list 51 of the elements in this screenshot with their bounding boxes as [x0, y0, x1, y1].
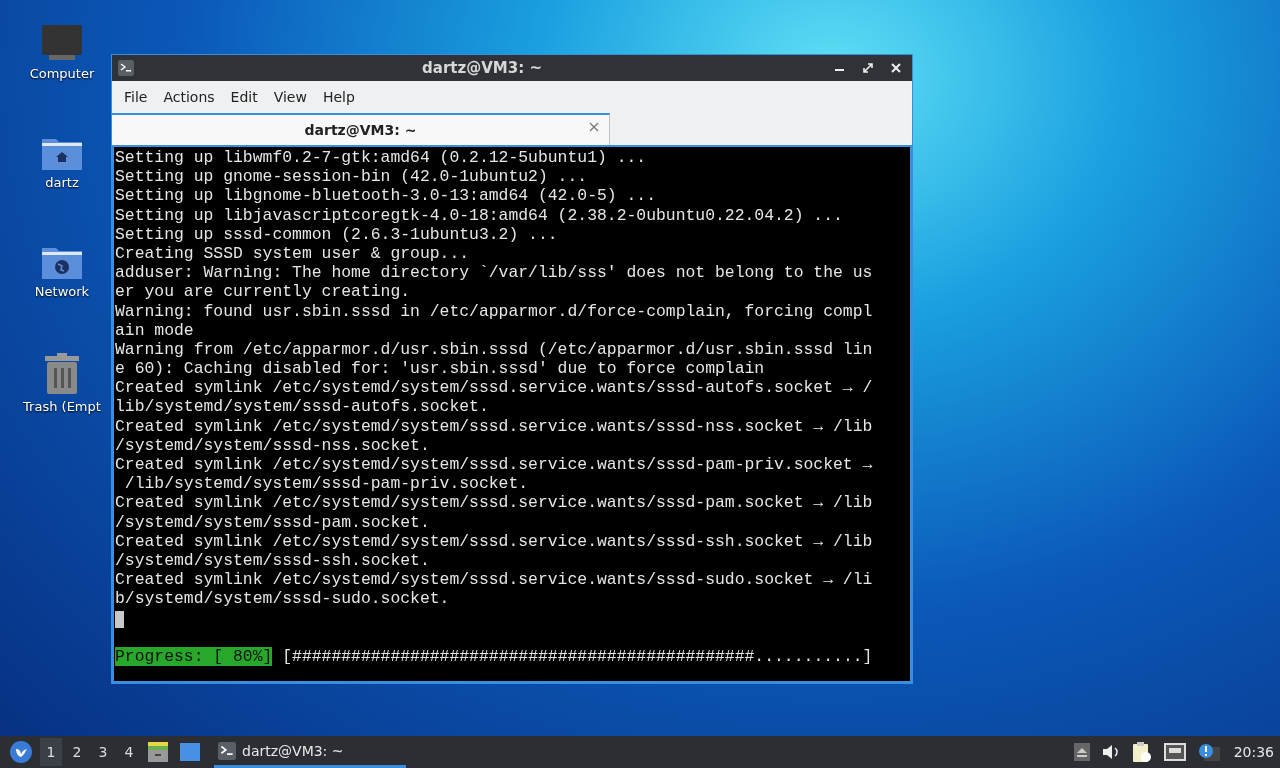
terminal-line: Created symlink /etc/systemd/system/sssd.service.wants/sssd-ssh.socket → /lib	[115, 531, 873, 551]
workspace-button[interactable]: 2	[66, 738, 88, 766]
menu-item[interactable]: Help	[314, 89, 363, 105]
desktop-icon-label[interactable]: Trash (Empt	[23, 399, 101, 414]
menu-item[interactable]: Actions	[155, 89, 223, 105]
desktop-icon-label[interactable]: dartz	[45, 175, 79, 190]
terminal-line: Warning from /etc/apparmor.d/usr.sbin.sssd (/etc/apparmor.d/usr.sbin.sssd lin	[115, 339, 873, 360]
terminal-icon	[118, 60, 134, 76]
terminal-line: b/systemd/system/sssd-sudo.socket.	[115, 589, 450, 609]
maximize-icon	[863, 63, 873, 73]
terminal-line: Setting up libwmf0.2-7-gtk:amd64 (0.2.12-5ubuntu1) ...	[115, 148, 647, 168]
terminal-line: Setting up libjavascriptcoregtk-4.0-18:amd64 (2.38.2-0ubuntu0.22.04.2) ...	[115, 205, 843, 225]
clock[interactable]: 20:36	[1233, 744, 1274, 760]
terminal-line: ain mode	[115, 320, 194, 340]
close-icon	[891, 63, 901, 73]
taskbar-task[interactable]: dartz@VM3: ~	[214, 736, 406, 768]
tab-close-button[interactable]	[587, 120, 601, 134]
terminal-icon	[218, 741, 236, 760]
terminal-line: Creating SSSD system user & group...	[115, 243, 470, 264]
terminal-line: Created symlink /etc/systemd/system/sssd.service.wants/sssd-sudo.socket → /li	[115, 570, 873, 590]
terminal-line: adduser: Warning: The home directory `/var/lib/sss' does not belong to the us	[115, 263, 873, 283]
terminal-line: Setting up gnome-session-bin (42.0-1ubuntu2) ...	[115, 167, 588, 187]
terminal-tab[interactable]: dartz@VM3: ~	[112, 113, 610, 145]
terminal-cursor	[115, 610, 124, 628]
desktop-icon-label[interactable]: Computer	[29, 66, 95, 81]
trash-icon	[43, 353, 81, 395]
terminal-line: /lib/systemd/system/sssd-pam-priv.socket.	[123, 474, 529, 494]
terminal-line: e 60): Caching disabled for: 'usr.sbin.sssd' due to force complain	[115, 359, 765, 379]
terminal-line: Warning: found usr.sbin.sssd in /etc/apparmor.d/force-complain, forcing compl	[115, 301, 873, 321]
terminal-line: /systemd/system/sssd-pam.socket.	[115, 512, 430, 532]
progress-label: Progress: [ 80%]	[115, 646, 273, 667]
monitor-icon	[41, 24, 83, 62]
terminal-line: Setting up libgnome-bluetooth-3.0-13:amd64 (42.0-5) ...	[115, 186, 656, 206]
workspace-button[interactable]: 3	[92, 738, 114, 766]
terminal-line: Setting up sssd-common (2.6.3-1ubuntu3.2) ...	[115, 224, 558, 244]
menu-item[interactable]: View	[265, 89, 315, 105]
menu-item[interactable]: File	[116, 89, 156, 105]
terminal-line: Created symlink /etc/systemd/system/sssd.service.wants/sssd-pam.socket → /lib	[115, 493, 873, 513]
terminal-line: /systemd/system/sssd-ssh.socket.	[115, 550, 430, 571]
terminal-line: Created symlink /etc/systemd/system/sssd.service.wants/sssd-pam-priv.socket →	[115, 455, 873, 475]
menu-item[interactable]: Edit	[222, 89, 266, 105]
workspace-button[interactable]: 1	[40, 738, 62, 766]
terminal-line: lib/systemd/system/sssd-autofs.socket.	[115, 397, 489, 417]
progress-bar-text: [###############################################...........]	[282, 646, 873, 667]
workspace-button[interactable]: 4	[118, 738, 140, 766]
terminal-line: Created symlink /etc/systemd/system/sssd.service.wants/sssd-nss.socket → /lib	[115, 416, 873, 436]
window-title: dartz@VM3: ~	[421, 59, 543, 77]
terminal-line: Created symlink /etc/systemd/system/sssd.service.wants/sssd-autofs.socket → /	[115, 378, 873, 398]
desktop-icon-label[interactable]: Network	[34, 284, 90, 299]
terminal-line: /systemd/system/sssd-nss.socket.	[115, 435, 430, 455]
terminal-line: er you are currently creating.	[115, 282, 411, 302]
